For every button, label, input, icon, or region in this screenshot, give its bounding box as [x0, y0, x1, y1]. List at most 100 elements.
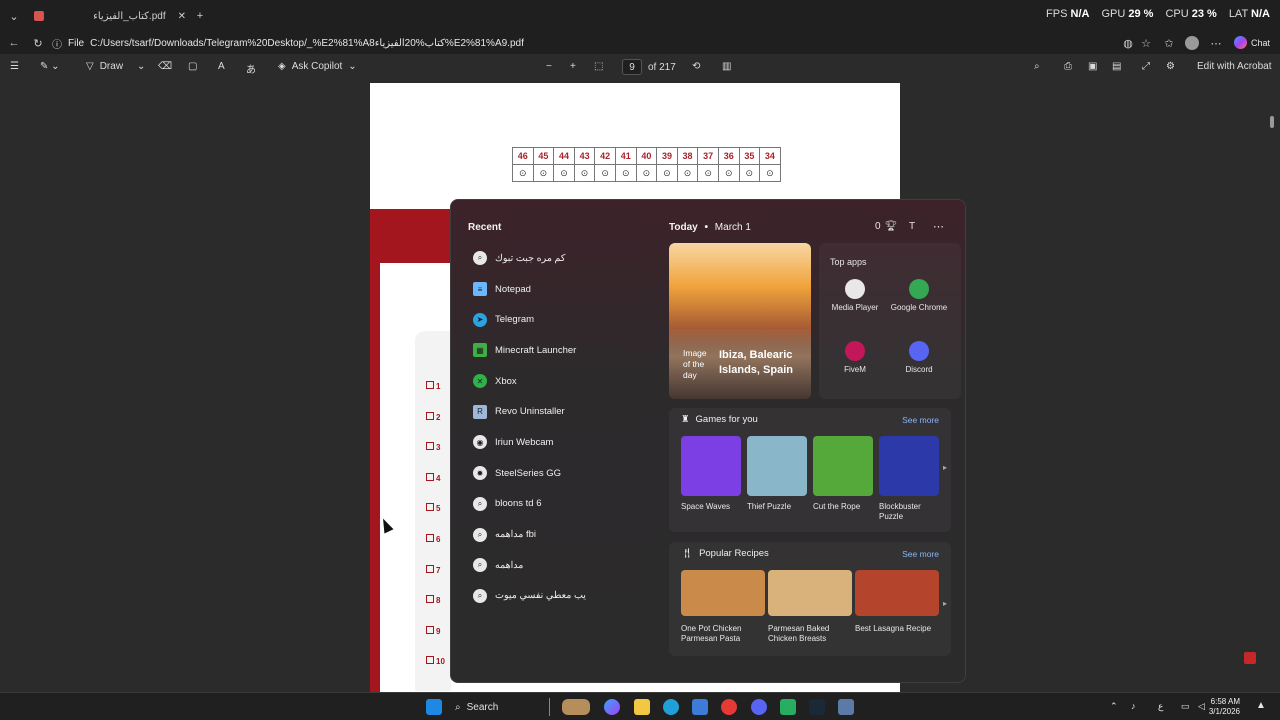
- recipe-tile[interactable]: One Pot Chicken Parmesan Pasta: [681, 570, 765, 644]
- recent-item[interactable]: ◉ Iriun Webcam: [473, 427, 653, 458]
- rotate-icon[interactable]: ⟲: [692, 61, 700, 72]
- image-of-the-day-card[interactable]: Image of the day Ibiza, Balearic Islands…: [669, 243, 811, 399]
- new-tab-icon[interactable]: +: [192, 8, 208, 24]
- file-explorer-icon[interactable]: [634, 699, 650, 715]
- edge-icon[interactable]: [663, 699, 679, 715]
- recent-item[interactable]: ✕ Xbox: [473, 366, 653, 397]
- windows-start-icon[interactable]: [426, 699, 442, 715]
- zoom-in-icon[interactable]: +: [570, 61, 576, 72]
- print-icon[interactable]: ⎙: [1064, 61, 1072, 72]
- recipe-tile[interactable]: Parmesan Baked Chicken Breasts: [768, 570, 852, 644]
- recent-item[interactable]: R Revo Uninstaller: [473, 396, 653, 427]
- recent-item[interactable]: ⌕ bloons td 6: [473, 489, 653, 520]
- app-icon[interactable]: [780, 699, 796, 715]
- save-icon[interactable]: ▣: [1088, 61, 1097, 72]
- highlight-icon[interactable]: ✎ ⌄: [40, 61, 60, 72]
- app-icon: [909, 341, 929, 361]
- clock-date: 3/1/2026: [1208, 707, 1240, 716]
- page-navigation: 9 of 217: [622, 59, 676, 75]
- zoom-out-icon[interactable]: −: [546, 61, 552, 72]
- network-icon[interactable]: ▭: [1181, 701, 1190, 712]
- recent-item[interactable]: ⌕ مداهمه fbi: [473, 519, 653, 550]
- draw-button[interactable]: ▽ Draw ⌄: [86, 61, 145, 72]
- volume-icon[interactable]: ◁: [1198, 701, 1205, 712]
- circle-cell: ⊙: [676, 164, 699, 182]
- search-icon[interactable]: ⌕: [1034, 61, 1040, 72]
- xbox-icon: ✕: [473, 374, 487, 389]
- browser-tab[interactable]: كتاب_الفيزياء.pdf ✕: [26, 4, 186, 28]
- fullscreen-icon[interactable]: ⤢: [1142, 61, 1150, 72]
- edit-with-acrobat-button[interactable]: Edit with Acrobat: [1197, 61, 1271, 72]
- circle-cell: ⊙: [553, 164, 575, 182]
- page-view-icon[interactable]: ▥: [722, 61, 731, 72]
- fit-page-icon[interactable]: ⬚: [594, 61, 603, 72]
- more-options-icon[interactable]: ⋯: [933, 220, 944, 233]
- number-cell: 42: [594, 147, 616, 165]
- recipe-tile[interactable]: Best Lasagna Recipe: [855, 570, 939, 634]
- ask-copilot-button[interactable]: ◈ Ask Copilot ⌄: [278, 61, 357, 72]
- top-app-tile[interactable]: Google Chrome: [887, 279, 951, 313]
- page-number-input[interactable]: 9: [622, 59, 642, 75]
- top-app-tile[interactable]: Media Player: [823, 279, 887, 313]
- settings-gear-icon[interactable]: ⚙: [1166, 61, 1175, 72]
- url-scheme: File: [68, 37, 85, 49]
- microphone-icon[interactable]: ♪: [1131, 701, 1136, 711]
- profile-avatar[interactable]: [1185, 36, 1199, 50]
- tab-actions-chevron-icon[interactable]: ⌄: [6, 8, 22, 24]
- read-aloud-text-icon[interactable]: A: [218, 61, 225, 72]
- recent-item[interactable]: ≡ Notepad: [473, 274, 653, 305]
- refresh-icon[interactable]: ↻: [30, 35, 46, 51]
- contents-icon[interactable]: ☰: [10, 61, 19, 72]
- recent-item[interactable]: ⌕ كم مره جبت تبوك: [473, 243, 653, 274]
- copilot-chat-button[interactable]: Chat: [1234, 36, 1270, 49]
- ask-copilot-label: Ask Copilot: [291, 61, 343, 72]
- game-tile[interactable]: Cut the Rope: [813, 436, 875, 512]
- discord-icon[interactable]: [751, 699, 767, 715]
- read-aloud-icon[interactable]: ◍: [1120, 35, 1136, 51]
- favorite-star-icon[interactable]: ☆: [1138, 35, 1154, 51]
- top-app-tile[interactable]: FiveM: [823, 341, 887, 375]
- recipes-next-arrow-icon[interactable]: ▸: [943, 599, 947, 608]
- store-icon[interactable]: [692, 699, 708, 715]
- games-next-arrow-icon[interactable]: ▸: [943, 463, 947, 472]
- recipes-see-more-link[interactable]: See more: [902, 549, 939, 559]
- recent-item[interactable]: ▦ Minecraft Launcher: [473, 335, 653, 366]
- checkbox-icon: [426, 472, 434, 481]
- recent-item[interactable]: ⌕ مداهمه: [473, 550, 653, 581]
- user-avatar[interactable]: T: [909, 221, 915, 232]
- steam-icon[interactable]: [809, 699, 825, 715]
- page-total: of 217: [648, 61, 676, 73]
- back-icon[interactable]: ←: [6, 35, 22, 51]
- notification-bell-icon[interactable]: ▲: [1256, 700, 1266, 711]
- close-tab-icon[interactable]: ✕: [178, 11, 186, 22]
- top-app-tile[interactable]: Discord: [887, 341, 951, 375]
- games-see-more-link[interactable]: See more: [902, 415, 939, 425]
- language-indicator[interactable]: ع: [1158, 701, 1163, 712]
- game-tile[interactable]: Blockbuster Puzzle: [879, 436, 941, 522]
- more-options-icon[interactable]: ⋯: [1208, 35, 1224, 51]
- widget-icon[interactable]: [562, 699, 590, 715]
- chrome-icon[interactable]: [721, 699, 737, 715]
- favorites-icon[interactable]: ✩: [1161, 35, 1177, 51]
- copilot-icon[interactable]: [604, 699, 620, 715]
- translate-icon[interactable]: あ: [246, 61, 256, 76]
- chevron-up-icon[interactable]: ⌃: [1110, 701, 1118, 712]
- recipe-thumbnail: [768, 570, 852, 616]
- game-tile[interactable]: Thief Puzzle: [747, 436, 809, 512]
- recent-item[interactable]: ➤ Telegram: [473, 304, 653, 335]
- taskbar-search[interactable]: ⌕ Search: [455, 698, 550, 716]
- steelseries-icon: ✹: [473, 466, 487, 481]
- rewards-points[interactable]: 0 🏆︎: [875, 221, 897, 232]
- system-clock[interactable]: 6:58 AM 3/1/2026: [1209, 697, 1240, 717]
- vpn-icon[interactable]: [838, 699, 854, 715]
- game-tile[interactable]: Space Waves: [681, 436, 743, 512]
- save-as-icon[interactable]: ▤: [1112, 61, 1121, 72]
- add-text-icon[interactable]: ▢: [188, 61, 197, 72]
- url-field[interactable]: ⓘ File C:/Users/tsarf/Downloads/Telegram…: [52, 33, 1152, 53]
- scrollbar-thumb[interactable]: [1270, 116, 1274, 128]
- recent-item[interactable]: ⌕ يب معطي نفسي ميوت: [473, 581, 653, 612]
- erase-icon[interactable]: ⌫: [158, 61, 172, 72]
- recent-item[interactable]: ✹ SteelSeries GG: [473, 458, 653, 489]
- acrobat-icon[interactable]: [1244, 652, 1256, 664]
- question-number: 9: [436, 626, 441, 636]
